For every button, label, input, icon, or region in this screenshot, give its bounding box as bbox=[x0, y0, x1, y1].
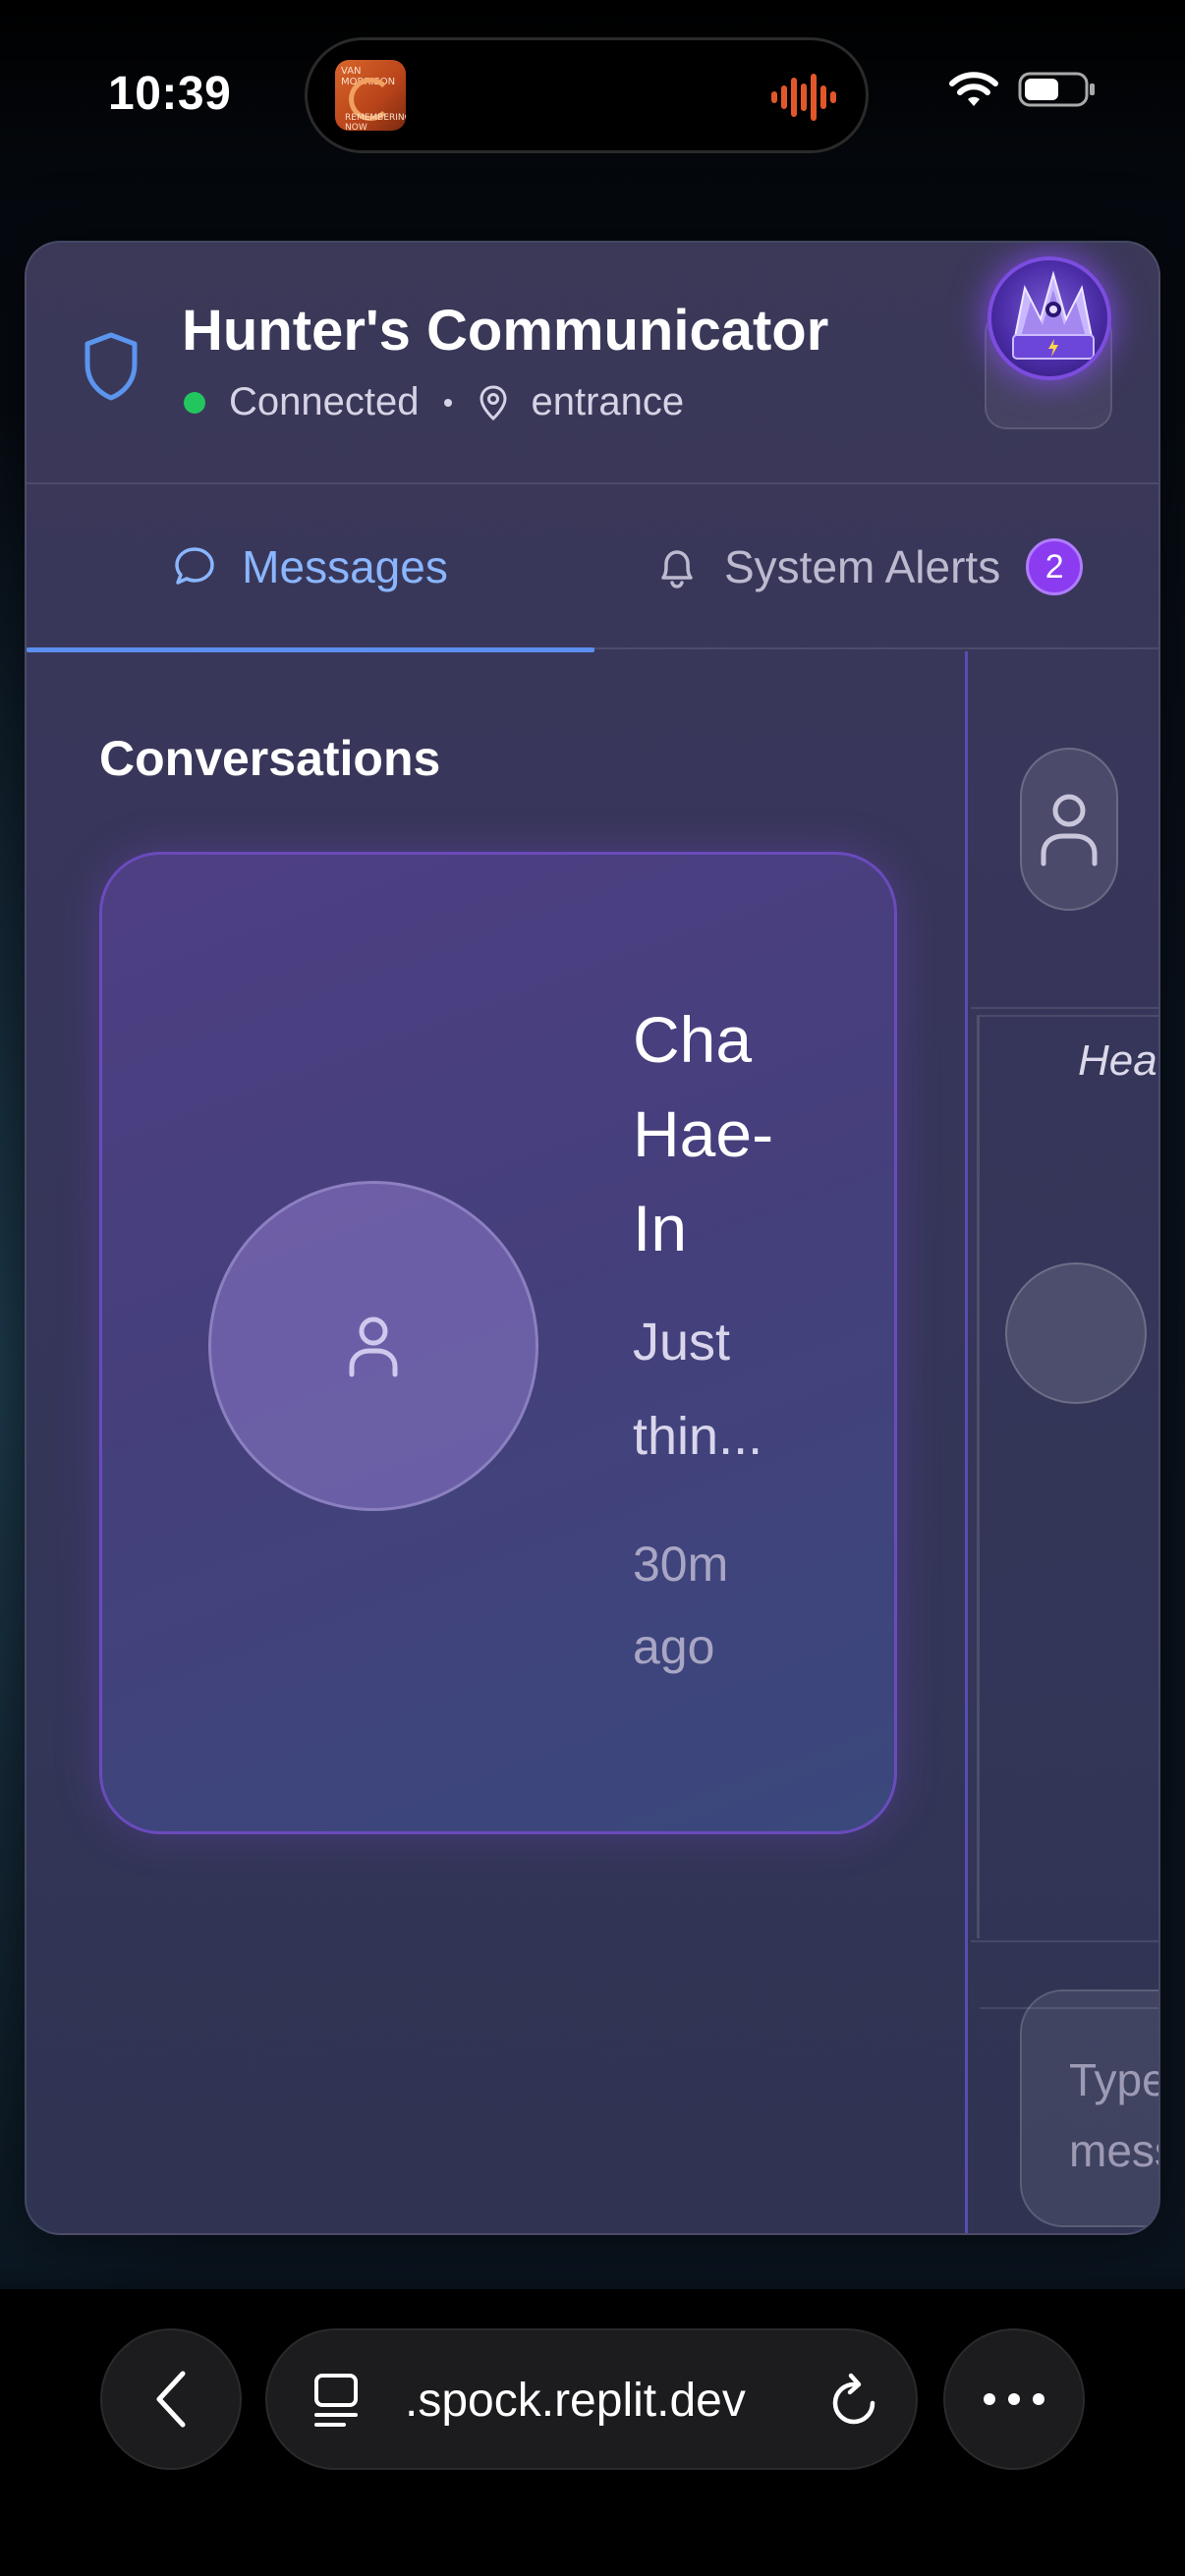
ellipsis-icon bbox=[984, 2393, 1044, 2405]
tab-system-alerts-label: System Alerts bbox=[724, 541, 1001, 592]
user-icon bbox=[1041, 794, 1098, 867]
status-time: 10:39 bbox=[108, 68, 232, 120]
user-icon bbox=[349, 1316, 398, 1377]
crown-avatar-icon[interactable] bbox=[988, 256, 1111, 380]
url-text: .spock.replit.dev bbox=[405, 2375, 746, 2427]
wifi-icon bbox=[949, 72, 998, 106]
online-status-dot bbox=[184, 391, 205, 414]
chat-header bbox=[971, 651, 1158, 1009]
chat-bubble-icon bbox=[175, 547, 214, 585]
chat-italic-text: Hea bbox=[1078, 1036, 1157, 1085]
location-pin-icon bbox=[480, 384, 507, 420]
chat-contact-avatar[interactable] bbox=[1020, 748, 1118, 911]
communicator-window: Hunter's Communicator Connected entrance bbox=[25, 241, 1160, 2235]
message-time: 30m ago bbox=[633, 1537, 729, 1674]
contact-name: Cha Hae-In bbox=[633, 1003, 774, 1264]
location-name: entrance bbox=[531, 380, 685, 423]
bell-icon bbox=[661, 550, 693, 588]
status-bar: 10:39 VAN MORRISON REMEMBERING NOW bbox=[0, 0, 1185, 187]
alerts-count-badge: 2 bbox=[1026, 538, 1084, 595]
tab-messages[interactable]: Messages bbox=[27, 484, 594, 652]
message-input[interactable]: Type a message... bbox=[1020, 1989, 1158, 2227]
status-icons bbox=[949, 71, 1097, 108]
more-options-button[interactable] bbox=[943, 2328, 1085, 2470]
app-header: Hunter's Communicator Connected entrance bbox=[27, 243, 1158, 484]
connection-status: Connected bbox=[229, 380, 420, 423]
chat-panel: Hea Type a message... bbox=[971, 651, 1158, 2233]
browser-toolbar: .spock.replit.dev bbox=[0, 2289, 1185, 2576]
battery-icon bbox=[1018, 72, 1095, 107]
audio-waveform-icon bbox=[771, 74, 836, 121]
address-bar[interactable]: .spock.replit.dev bbox=[265, 2328, 918, 2470]
tab-messages-label: Messages bbox=[242, 541, 448, 592]
tab-bar: Messages System Alerts 2 bbox=[27, 484, 1158, 652]
connection-status-line: Connected entrance bbox=[184, 380, 684, 424]
separator-dot bbox=[444, 398, 453, 407]
contact-avatar bbox=[208, 1181, 538, 1511]
shield-icon bbox=[85, 332, 138, 401]
back-button[interactable] bbox=[100, 2328, 242, 2470]
message-preview: Just thin... bbox=[633, 1313, 763, 1466]
tabs-icon bbox=[314, 2374, 358, 2427]
reload-icon[interactable] bbox=[829, 2370, 880, 2429]
chevron-left-icon bbox=[156, 2371, 186, 2428]
message-sender-avatar bbox=[1005, 1262, 1147, 1404]
album-art-subtitle: REMEMBERING NOW bbox=[345, 113, 406, 131]
conversation-item[interactable]: Cha Hae-In Just thin... 30m ago bbox=[99, 852, 897, 1834]
app-title: Hunter's Communicator bbox=[182, 299, 829, 363]
chat-messages: Hea bbox=[977, 1015, 1158, 2009]
conversations-panel: Conversations Cha Hae-In Just thin... 30… bbox=[27, 651, 968, 2233]
dynamic-island[interactable]: VAN MORRISON REMEMBERING NOW bbox=[305, 37, 869, 153]
conversations-heading: Conversations bbox=[99, 731, 441, 786]
tab-system-alerts[interactable]: System Alerts 2 bbox=[594, 484, 1158, 649]
chat-input-area: Type a message... bbox=[971, 1940, 1158, 2233]
now-playing-album-art[interactable]: VAN MORRISON REMEMBERING NOW bbox=[335, 60, 406, 131]
